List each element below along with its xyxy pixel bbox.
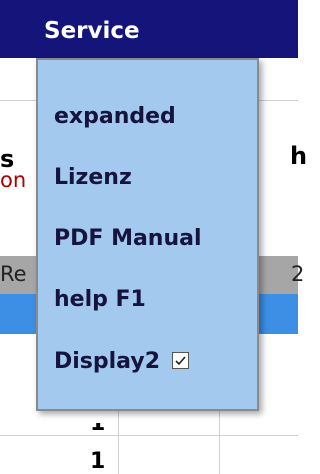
table-cell-value: 1 <box>90 449 106 474</box>
menu-bar: Service <box>0 0 298 58</box>
table-row-divider <box>0 435 298 436</box>
menu-item-display2-label: Display2 <box>54 349 161 374</box>
menu-item-help-f1[interactable]: help F1 <box>54 286 146 314</box>
table-cell-value: 1 <box>90 411 106 436</box>
column-header-right: 2 <box>291 262 305 286</box>
background-right-fragment: h <box>290 142 308 170</box>
menu-item-display2[interactable]: Display2 <box>54 348 190 376</box>
menu-service[interactable]: Service <box>44 18 140 44</box>
menu-item-lizenz[interactable]: Lizenz <box>54 164 132 192</box>
checkbox-checked-icon[interactable] <box>172 351 190 369</box>
background-red-text-fragment: on <box>0 168 27 192</box>
column-header-left: Re <box>0 262 27 286</box>
menu-item-expanded[interactable]: expanded <box>54 103 176 131</box>
menu-item-pdf-manual[interactable]: PDF Manual <box>54 225 202 253</box>
service-dropdown-menu: expanded Lizenz PDF Manual help F1 Displ… <box>36 58 259 411</box>
checkmark-icon <box>175 355 186 365</box>
